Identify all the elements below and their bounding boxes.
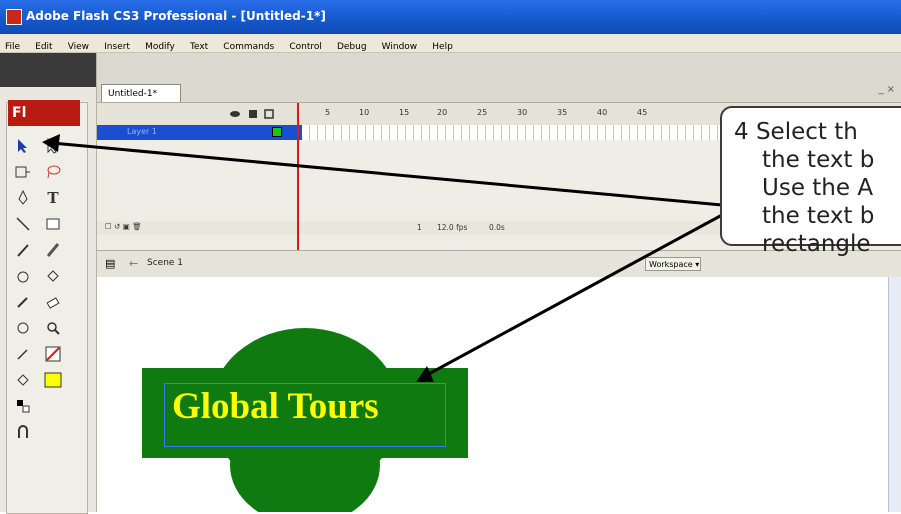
callout-line: the text b xyxy=(762,147,875,173)
callout-line: Use the A xyxy=(762,175,874,201)
callout-line: rectangle xyxy=(762,231,871,257)
instruction-callout: 4 Select th the text b Use the A the tex… xyxy=(720,106,901,257)
callout-line: the text b xyxy=(762,203,875,229)
callout-line: 4 Select th xyxy=(734,119,858,145)
